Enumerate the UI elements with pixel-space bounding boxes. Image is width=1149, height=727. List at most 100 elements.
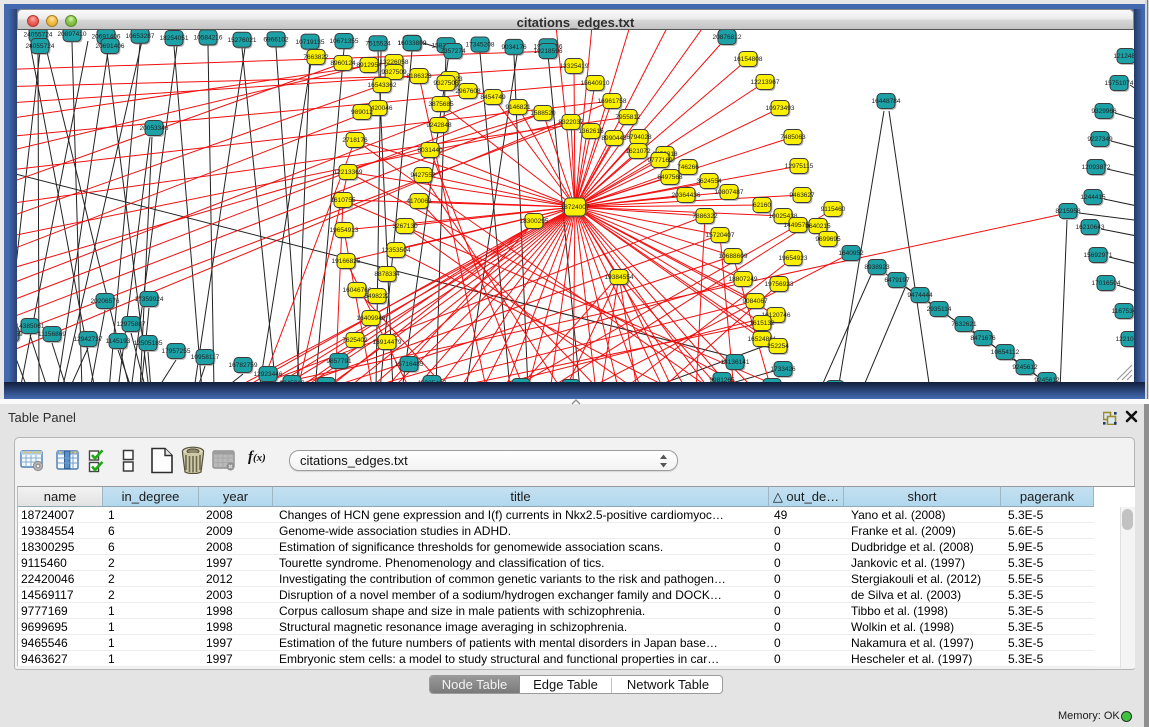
svg-text:16961758: 16961758 [598,98,627,105]
svg-text:17359924: 17359924 [135,296,164,303]
svg-text:24055724: 24055724 [24,32,53,39]
svg-text:9245013: 9245013 [279,380,305,382]
svg-text:10584216: 10584216 [194,35,223,42]
svg-text:6966102: 6966102 [263,36,289,43]
svg-text:10719135: 10719135 [296,39,325,46]
svg-text:15692971: 15692971 [1084,252,1113,259]
svg-text:1615132: 1615132 [749,320,775,327]
svg-text:12093872: 12093872 [1082,164,1111,171]
svg-text:1610755: 1610755 [330,197,356,204]
svg-text:20876812: 20876812 [713,34,742,41]
svg-text:10958117: 10958117 [191,354,220,361]
svg-text:19654913: 19654913 [330,227,359,234]
svg-text:7663822: 7663822 [303,54,329,61]
svg-text:17345208: 17345208 [466,42,495,49]
svg-text:9474444: 9474444 [907,292,933,299]
svg-text:17957255: 17957255 [162,348,191,355]
svg-text:19654923: 19654923 [779,255,808,262]
svg-text:18300295: 18300295 [520,218,549,225]
svg-text:9242848: 9242848 [426,122,452,129]
svg-text:20897410: 20897410 [58,31,87,38]
svg-text:9640215: 9640215 [805,223,831,230]
svg-text:14385061: 14385061 [17,323,45,330]
svg-text:15716485: 15716485 [395,361,424,368]
svg-text:7632621: 7632621 [951,321,977,328]
svg-text:9245612: 9245612 [1012,364,1038,371]
svg-text:20053346: 20053346 [140,125,169,132]
svg-text:3875685: 3875685 [428,101,454,108]
svg-text:1244415: 1244415 [1080,194,1106,201]
svg-text:12942737: 12942737 [74,336,103,343]
svg-text:8471676: 8471676 [970,335,996,342]
svg-text:16914479: 16914479 [373,339,402,346]
svg-text:11156869: 11156869 [38,331,66,338]
svg-text:8322037: 8322037 [558,119,584,126]
svg-text:11025437: 11025437 [418,380,447,382]
svg-text:7515524: 7515524 [365,41,391,48]
svg-text:8960124: 8960124 [330,60,356,67]
svg-text:8912954: 8912954 [356,62,382,69]
svg-text:7886322: 7886322 [692,213,718,220]
svg-text:15751074: 15751074 [1105,80,1134,87]
svg-text:12353504: 12353504 [382,247,411,254]
svg-text:1621072: 1621072 [625,148,651,155]
svg-text:6497568: 6497568 [657,174,683,181]
svg-text:62160: 62160 [753,202,771,209]
svg-text:10807487: 10807487 [715,189,744,196]
svg-text:7625402: 7625402 [342,337,368,344]
svg-text:20364436: 20364436 [672,192,701,199]
svg-text:9084067: 9084067 [742,298,768,305]
svg-text:9463627: 9463627 [789,192,815,199]
svg-text:7357274: 7357274 [440,48,466,55]
svg-text:18807249: 18807249 [729,276,758,283]
svg-text:16210643: 16210643 [1076,224,1105,231]
svg-text:7955812: 7955812 [615,114,641,121]
svg-text:6794028: 6794028 [626,134,652,141]
svg-text:2967608: 2967608 [455,88,481,95]
svg-text:9245612: 9245612 [1034,377,1060,382]
svg-text:8938923: 8938923 [864,264,890,271]
svg-text:18254051: 18254051 [160,35,189,42]
svg-text:9034176: 9034176 [501,44,527,51]
svg-text:16154808: 16154808 [734,56,763,63]
svg-text:2935114: 2935114 [927,306,952,313]
svg-text:3913159: 3913159 [17,331,23,338]
svg-text:16448784: 16448784 [872,98,901,105]
svg-text:5498222: 5498222 [364,293,390,300]
svg-text:8186323: 8186323 [406,73,432,80]
svg-text:9427552: 9427552 [410,172,436,179]
svg-text:18724007: 18724007 [561,204,590,211]
svg-text:12923446: 12923446 [254,371,283,378]
svg-text:1733426: 1733426 [770,366,796,373]
svg-text:9981265: 9981265 [709,377,735,382]
svg-text:9327508: 9327508 [433,80,459,87]
svg-text:9115460: 9115460 [821,206,846,213]
svg-text:9146821: 9146821 [505,104,531,111]
svg-text:16033809: 16033809 [398,40,427,47]
svg-text:24055724: 24055724 [26,43,55,50]
svg-text:252254: 252254 [767,343,789,350]
svg-text:8454749: 8454749 [480,94,506,101]
svg-text:12210431: 12210431 [1116,336,1134,343]
svg-text:9329966: 9329966 [1091,108,1117,115]
svg-text:15640910: 15640910 [581,80,610,87]
svg-text:8990443: 8990443 [601,135,627,142]
svg-text:8878334: 8878334 [374,271,400,278]
svg-text:12975115: 12975115 [785,163,814,170]
svg-text:9857791: 9857791 [326,358,352,365]
svg-text:1588520: 1588520 [530,110,556,117]
svg-text:2718176: 2718176 [342,137,368,144]
svg-text:1167534: 1167534 [1112,308,1134,315]
svg-text:19756923: 19756923 [765,281,794,288]
svg-text:10653287: 10653287 [126,33,155,40]
svg-text:3267130: 3267130 [392,223,418,230]
svg-text:12213369: 12213369 [334,169,363,176]
svg-text:20691406: 20691406 [96,43,125,50]
svg-text:12505185: 12505185 [134,340,163,347]
svg-text:20206576: 20206576 [91,298,120,305]
svg-text:10973493: 10973493 [766,105,795,112]
svg-text:9327509: 9327509 [381,69,407,76]
svg-text:19166825: 19166825 [332,258,361,265]
svg-text:4170063: 4170063 [406,198,432,205]
svg-text:16409948: 16409948 [357,315,386,322]
